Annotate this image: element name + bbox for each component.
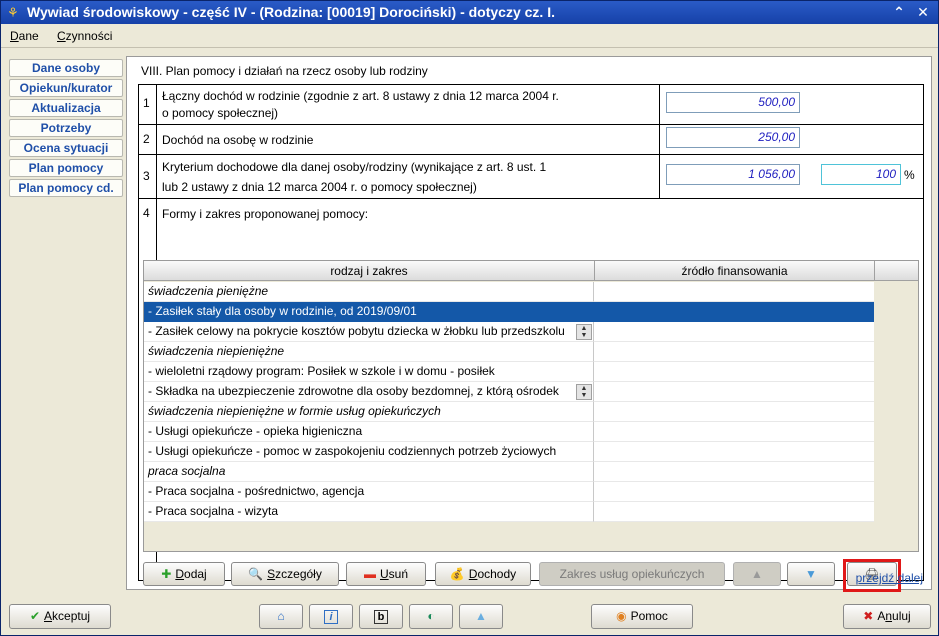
col-header-rodzaj[interactable]: rodzaj i zakres (144, 261, 595, 281)
close-icon[interactable]: ✕ (913, 3, 933, 22)
table-row[interactable]: - Usługi opiekuńcze - pomoc w zaspokojen… (144, 442, 874, 462)
bold-icon: b (374, 610, 388, 624)
grid-header: rodzaj i zakres źródło finansowania (144, 261, 918, 281)
info-button[interactable]: i (309, 604, 353, 629)
table-row[interactable]: - wieloletni rządowy program: Posiłek w … (144, 362, 874, 382)
move-down-button[interactable]: ▼ (787, 562, 835, 586)
col-header-zrodlo[interactable]: źródło finansowania (595, 261, 875, 281)
info-icon: i (324, 610, 338, 624)
accept-button[interactable]: ✔ Akceptuj (9, 604, 111, 629)
row-number: 3 (143, 169, 150, 183)
sidebar-item-plan-pomocy-cd[interactable]: Plan pomocy cd. (9, 179, 123, 197)
sidebar-item-aktualizacja[interactable]: Aktualizacja (9, 99, 123, 117)
table-row[interactable]: świadczenia pieniężne (144, 282, 874, 302)
arrow-up-icon: ▲ (751, 567, 763, 581)
row-label: Kryterium dochodowe dla danej osoby/rodz… (162, 160, 547, 194)
sidebar-item-potrzeby[interactable]: Potrzeby (9, 119, 123, 137)
cross-icon: ✖ (863, 609, 874, 623)
sidebar-item-opiekun[interactable]: Opiekun/kurator (9, 79, 123, 97)
color-wheel-icon: ◐ (427, 609, 435, 623)
row-divider (139, 124, 923, 125)
income-per-person-field[interactable]: 250,00 (666, 127, 800, 148)
menu-czynnosci[interactable]: Czynności (57, 29, 112, 43)
home-button[interactable]: ⌂ (259, 604, 303, 629)
minus-icon: ▬ (363, 567, 376, 581)
expand-spinner-icon[interactable]: ▲ ▼ (576, 324, 592, 340)
up-nav-button[interactable]: ▲ (459, 604, 503, 629)
table-row[interactable]: - Zasiłek celowy na pokrycie kosztów pob… (144, 322, 874, 342)
table-row[interactable]: świadczenia niepieniężne w formie usług … (144, 402, 874, 422)
checkmark-icon: ✔ (29, 609, 40, 623)
row-number: 4 (143, 206, 150, 220)
menu-dane[interactable]: Dane (10, 29, 39, 43)
aid-grid: rodzaj i zakres źródło finansowania świa… (143, 260, 919, 552)
expand-spinner-icon[interactable]: ▲ ▼ (576, 384, 592, 400)
window-title: Wywiad środowiskowy - część IV - (Rodzin… (27, 4, 555, 20)
row-label: Dochód na osobę w rodzinie (162, 133, 314, 147)
row-label: Łączny dochód w rodzinie (zgodnie z art.… (162, 89, 559, 120)
sidebar-item-ocena[interactable]: Ocena sytuacji (9, 139, 123, 157)
app-icon: ⚘ (7, 5, 19, 20)
row-divider (139, 198, 923, 199)
plan-table: 1 Łączny dochód w rodzinie (zgodnie z ar… (138, 84, 924, 592)
bold-button[interactable]: b (359, 604, 403, 629)
col-divider (659, 85, 660, 198)
title-bar: ⚘ Wywiad środowiskowy - część IV - (Rodz… (1, 1, 938, 24)
table-row[interactable]: praca socjalna (144, 462, 874, 482)
arrow-down-icon: ▼ (805, 567, 817, 581)
next-link[interactable]: przejdź dalej (856, 571, 923, 585)
row-number: 2 (143, 132, 150, 146)
percent-unit: % (904, 168, 915, 182)
sidebar-item-plan-pomocy[interactable]: Plan pomocy (9, 159, 123, 177)
delete-button[interactable]: ▬ Usuń (346, 562, 426, 586)
help-button[interactable]: ◉ Pomoc (591, 604, 693, 629)
move-up-button[interactable]: ▲ (733, 562, 781, 586)
row-divider (139, 154, 923, 155)
section-title: VIII. Plan pomocy i działań na rzecz oso… (141, 64, 428, 78)
percent-field[interactable]: 100 (821, 164, 901, 185)
plus-icon: ✚ (161, 567, 172, 581)
help-icon: ◉ (616, 609, 627, 623)
money-bag-icon: 💰 (449, 567, 465, 581)
table-row[interactable]: - Praca socjalna - pośrednictwo, agencja (144, 482, 874, 502)
total-income-field[interactable]: 500,00 (666, 92, 800, 113)
main-panel: VIII. Plan pomocy i działań na rzecz oso… (126, 56, 932, 592)
care-services-button[interactable]: Zakres usług opiekuńczych (539, 562, 725, 586)
table-row[interactable]: - Usługi opiekuńcze - opieka higieniczna (144, 422, 874, 442)
sidebar-item-dane-osoby[interactable]: Dane osoby (9, 59, 123, 77)
main-window: ⚘ Wywiad środowiskowy - część IV - (Rodz… (0, 0, 939, 636)
table-row[interactable]: świadczenia niepieniężne (144, 342, 874, 362)
table-row-selected[interactable]: - Zasiłek stały dla osoby w rodzinie, od… (144, 302, 874, 322)
row-number: 1 (143, 96, 150, 110)
table-row[interactable]: - Składka na ubezpieczenie zdrowotne dla… (144, 382, 874, 402)
minimize-icon[interactable]: ⌃ (889, 3, 909, 22)
magnifier-icon: 🔍 (248, 567, 264, 581)
add-button[interactable]: ✚ Dodaj (143, 562, 225, 586)
color-button[interactable]: ◐ (409, 604, 453, 629)
details-button[interactable]: 🔍 Szczegóły (231, 562, 339, 586)
income-criterion-field[interactable]: 1 056,00 (666, 164, 800, 185)
table-row[interactable]: - Praca socjalna - wizyta (144, 502, 874, 522)
arrow-up-icon: ▲ (475, 609, 487, 623)
cancel-button[interactable]: ✖ Anuluj (843, 604, 931, 629)
home-icon: ⌂ (277, 609, 285, 623)
menu-bar: Dane Czynności (1, 24, 938, 48)
row-label: Formy i zakres proponowanej pomocy: (162, 207, 369, 221)
income-button[interactable]: 💰 Dochody (435, 562, 531, 586)
